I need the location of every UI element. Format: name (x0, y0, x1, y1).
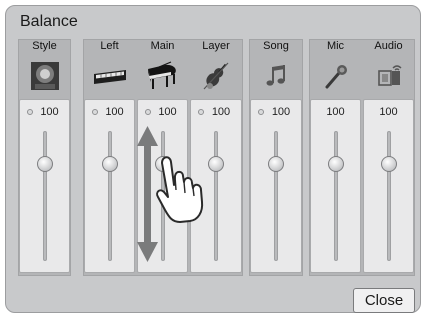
slider-track[interactable] (214, 131, 218, 261)
channel-value: 100 (40, 106, 59, 118)
channel-value: 100 (211, 106, 231, 118)
channel-label: Layer (202, 40, 230, 52)
channel-value: 100 (326, 106, 345, 118)
channel-label: Main (150, 40, 175, 52)
channel-mic: Mic 100 (309, 39, 362, 276)
violin-icon (189, 54, 243, 97)
slider-knob[interactable] (154, 156, 171, 172)
slider-knob[interactable] (101, 156, 118, 172)
music-note-icon (249, 54, 303, 97)
slider-track[interactable] (333, 131, 338, 261)
panel-title: Balance (20, 13, 78, 30)
channel-strip[interactable]: 100 (363, 99, 414, 273)
slider-track[interactable] (107, 131, 112, 261)
channel-left: Left 100 (83, 39, 136, 276)
close-button[interactable]: Close (353, 288, 415, 313)
slider-knob[interactable] (327, 156, 344, 172)
grand-piano-icon (136, 54, 189, 97)
channel-song: Song 100 (249, 39, 303, 276)
channel-value: 100 (105, 106, 124, 118)
audio-device-icon (362, 54, 415, 97)
channel-label: Left (100, 40, 119, 52)
slider-track[interactable] (386, 131, 391, 261)
channel-layer: Layer 100 (189, 39, 243, 276)
channel-strip[interactable]: 100 (250, 99, 302, 273)
microphone-icon (309, 54, 362, 97)
channel-value: 100 (158, 106, 177, 118)
slider-track[interactable] (42, 131, 47, 261)
channel-label: Style (32, 40, 57, 52)
channel-strip[interactable]: 100 (19, 99, 70, 273)
channel-label: Mic (326, 40, 345, 52)
slider-knob[interactable] (36, 156, 53, 172)
slider-track[interactable] (274, 131, 278, 261)
slider-knob[interactable] (268, 156, 284, 172)
slider-track[interactable] (160, 131, 165, 261)
channel-value: 100 (271, 106, 291, 118)
channel-strip[interactable]: 100 (190, 99, 242, 273)
channel-strip[interactable]: 100 (84, 99, 135, 273)
channel-style: Style 100 (18, 39, 71, 276)
channel-label: Song (263, 40, 289, 52)
channel-main: Main 100 (136, 39, 189, 276)
channel-label: Audio (374, 40, 403, 52)
slider-knob[interactable] (208, 156, 224, 172)
channel-strip[interactable]: 100 (310, 99, 361, 273)
keyboard-icon (83, 54, 136, 97)
channel-value: 100 (379, 106, 398, 118)
channel-audio: Audio 100 (362, 39, 415, 276)
balance-panel: Balance Style 100 Left 100 Main 100 Laye… (5, 5, 421, 313)
channel-strip[interactable]: 100 (137, 99, 188, 273)
slider-knob[interactable] (380, 156, 397, 172)
speaker-icon (18, 54, 71, 97)
